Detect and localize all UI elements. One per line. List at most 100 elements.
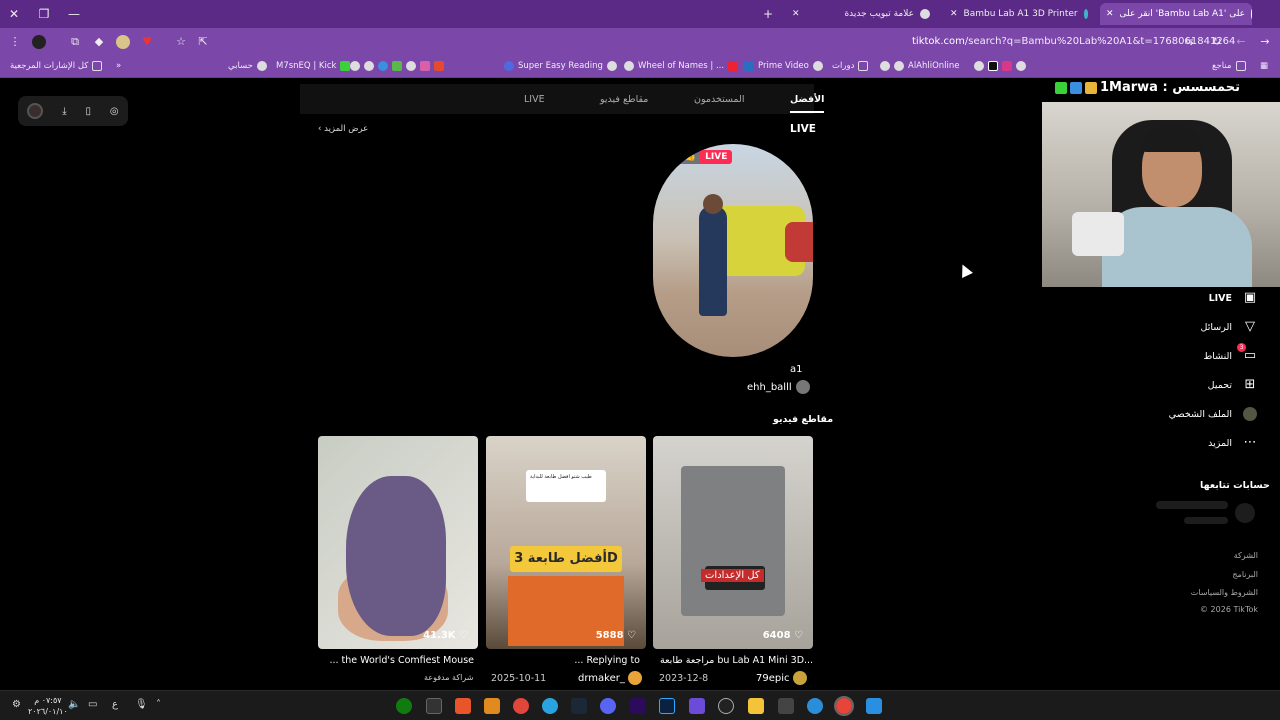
bookmark-wheel[interactable]: Wheel of Names | ... [624, 61, 739, 71]
sidebar-item-more[interactable]: المزيد ⋯ [1208, 435, 1258, 451]
file-explorer-icon[interactable] [748, 698, 764, 714]
back-icon[interactable]: → [1258, 35, 1272, 49]
footer-company-link[interactable]: الشركة [1234, 551, 1258, 560]
tab-live[interactable]: LIVE [524, 94, 545, 105]
sidebar-item-live[interactable]: LIVE ▣ [1209, 290, 1258, 306]
tab-bambu[interactable]: ✕ Bambu Lab A1 3D Printer [944, 3, 1094, 25]
edge-icon[interactable] [807, 698, 823, 714]
tiktok-icon [988, 61, 998, 71]
forward-icon[interactable]: ← [1234, 35, 1248, 49]
phone-icon[interactable]: ▯ [85, 106, 91, 117]
new-tab-icon[interactable]: + [760, 6, 776, 22]
bookmark-alahli[interactable]: AlAhliOnline [880, 61, 960, 71]
microphone-icon [1072, 212, 1124, 256]
microphone-icon[interactable]: 🎙 [135, 699, 148, 710]
start-icon[interactable] [866, 698, 882, 714]
sidebar-item-messages[interactable]: الرسائل ▽ [1201, 319, 1258, 335]
live-card[interactable]: 192 👍 LIVE [653, 144, 813, 357]
tab-label: Bambu Lab A1 3D Printer [963, 9, 1078, 19]
record-icon[interactable] [27, 103, 44, 119]
tray-overflow-icon[interactable]: ˄ [156, 699, 161, 710]
bookmark-all[interactable]: كل الإشارات المرجعية [10, 61, 103, 71]
tab-close-icon[interactable]: ✕ [1106, 9, 1114, 19]
sidebar-item-profile[interactable]: الملف الشخصي [1169, 406, 1258, 422]
extension-icon[interactable] [116, 35, 130, 49]
tab-close-icon[interactable]: ✕ [950, 9, 958, 19]
bookmark-prime[interactable]: Prime Video [744, 61, 823, 71]
sidebar-item-activity[interactable]: النشاط ▭ 3 [1203, 343, 1258, 364]
cast-icon[interactable]: ⇱ [196, 35, 210, 49]
footer-program-link[interactable]: البرنامج [1232, 570, 1258, 579]
compass-icon[interactable]: ◎ [110, 106, 119, 117]
video-card[interactable]: طيب شتو افضل طابعة للبداية أفضل طابعة 3D… [486, 436, 646, 649]
system-clock[interactable]: ٠٧:٥٧ م ٢٠٢٦/٠١/١٠ [28, 695, 68, 717]
minimize-window-icon[interactable]: — [66, 6, 82, 22]
reply-note: طيب شتو افضل طابعة للبداية [526, 470, 606, 502]
telegram-icon[interactable] [542, 698, 558, 714]
chrome-icon[interactable] [834, 696, 854, 716]
extension-icon[interactable]: ♥ [140, 35, 154, 49]
bookmarks-overflow-icon[interactable]: » [116, 61, 121, 71]
sidebar-item-upload[interactable]: تحميل ⊞ [1208, 377, 1258, 393]
app-icon[interactable] [484, 698, 500, 714]
video-user[interactable]: drmaker_ [578, 671, 642, 685]
apps-icon[interactable]: ▦ [1260, 61, 1268, 71]
video-card[interactable]: كل الإعدادات 6408 ♡ [653, 436, 813, 649]
photoshop-icon[interactable] [659, 698, 675, 714]
bookmark-last[interactable]: مناجع [1212, 61, 1246, 71]
bookmark-icon-row[interactable] [350, 61, 444, 71]
bookmark-label: Wheel of Names | ... [638, 61, 725, 71]
brave-icon[interactable] [455, 698, 471, 714]
footer-terms-link[interactable]: الشروط والسياسات [1191, 588, 1258, 597]
bookmark-account[interactable]: حسابي [228, 61, 267, 71]
reload-icon[interactable]: ↻ [1210, 35, 1224, 49]
video-title[interactable]: مراجعة طابعة bu Lab A1 Mini 3D... [660, 655, 813, 666]
download-icon[interactable]: ⤓ [62, 106, 66, 117]
terminal-icon[interactable] [426, 698, 442, 714]
bookmark-icon-row-2[interactable] [974, 61, 1026, 71]
tab-new[interactable]: ✕ علامة تبويب جديدة [786, 3, 936, 25]
restore-window-icon[interactable]: ❐ [36, 6, 52, 22]
steam-icon[interactable] [571, 698, 587, 714]
site-settings-icon[interactable]: ⇆ [1182, 35, 1196, 49]
language-indicator[interactable]: ع [112, 699, 118, 710]
browser-toolbar: ⋮ ⧉ ◆ ♥ ☆ ⇱ tiktok.com/search?q=Bambu%20… [0, 28, 1280, 56]
volume-icon[interactable]: 🔈 [68, 699, 80, 710]
see-more-link[interactable]: ‹ عرض المزيد [318, 124, 368, 134]
bookmark-courses[interactable]: دورات [832, 61, 869, 71]
menu-icon[interactable]: ⋮ [8, 35, 22, 49]
live-title[interactable]: a1 [790, 364, 803, 375]
store-icon[interactable] [778, 698, 794, 714]
bookmark-kick[interactable]: M7snEQ | Kick [276, 61, 351, 71]
video-title[interactable]: ... Replying to [490, 655, 640, 666]
video-title[interactable]: ... the World's Comfiest Mouse [324, 655, 474, 666]
extension-icon[interactable]: ◆ [92, 35, 106, 49]
app-icon[interactable] [689, 698, 705, 714]
profile-icon[interactable] [32, 35, 46, 49]
tab-tiktok[interactable]: ✕ انقر على 'Bambu Lab A1' على [1100, 3, 1252, 25]
close-window-icon[interactable]: ✕ [6, 6, 22, 22]
premiere-icon[interactable] [630, 698, 646, 714]
app-icon[interactable] [513, 698, 529, 714]
bookmark-star-icon[interactable]: ☆ [174, 35, 188, 49]
settings-icon[interactable]: ⚙ [12, 699, 21, 710]
live-user[interactable]: ehh_balll [747, 380, 810, 394]
bookmark-super-easy[interactable]: Super Easy Reading [504, 61, 617, 71]
tab-users[interactable]: المستخدمون [694, 94, 744, 105]
avatar [627, 671, 642, 685]
obs-icon[interactable] [718, 698, 734, 714]
discord-icon[interactable] [600, 698, 616, 714]
tab-videos[interactable]: مقاطع فيديو [600, 94, 648, 105]
video-card[interactable]: 41.3K ♡ [318, 436, 478, 649]
globe-icon [974, 61, 984, 71]
extension-icon[interactable]: ⧉ [68, 35, 82, 49]
tab-close-icon[interactable]: ✕ [792, 9, 800, 19]
globe-icon [894, 61, 904, 71]
activity-icon: ▭ 3 [1237, 343, 1258, 364]
network-icon[interactable]: ▭ [88, 699, 97, 710]
windows-taskbar: ⚙ ٠٧:٥٧ م ٢٠٢٦/٠١/١٠ 🔈 ▭ ع 🎙 ˄ [0, 690, 1280, 720]
tab-top[interactable]: الأفضل [790, 94, 825, 113]
video-user[interactable]: 79epic [756, 671, 807, 685]
following-heading: حسابات تتابعها [1200, 480, 1270, 491]
xbox-icon[interactable] [396, 698, 412, 714]
